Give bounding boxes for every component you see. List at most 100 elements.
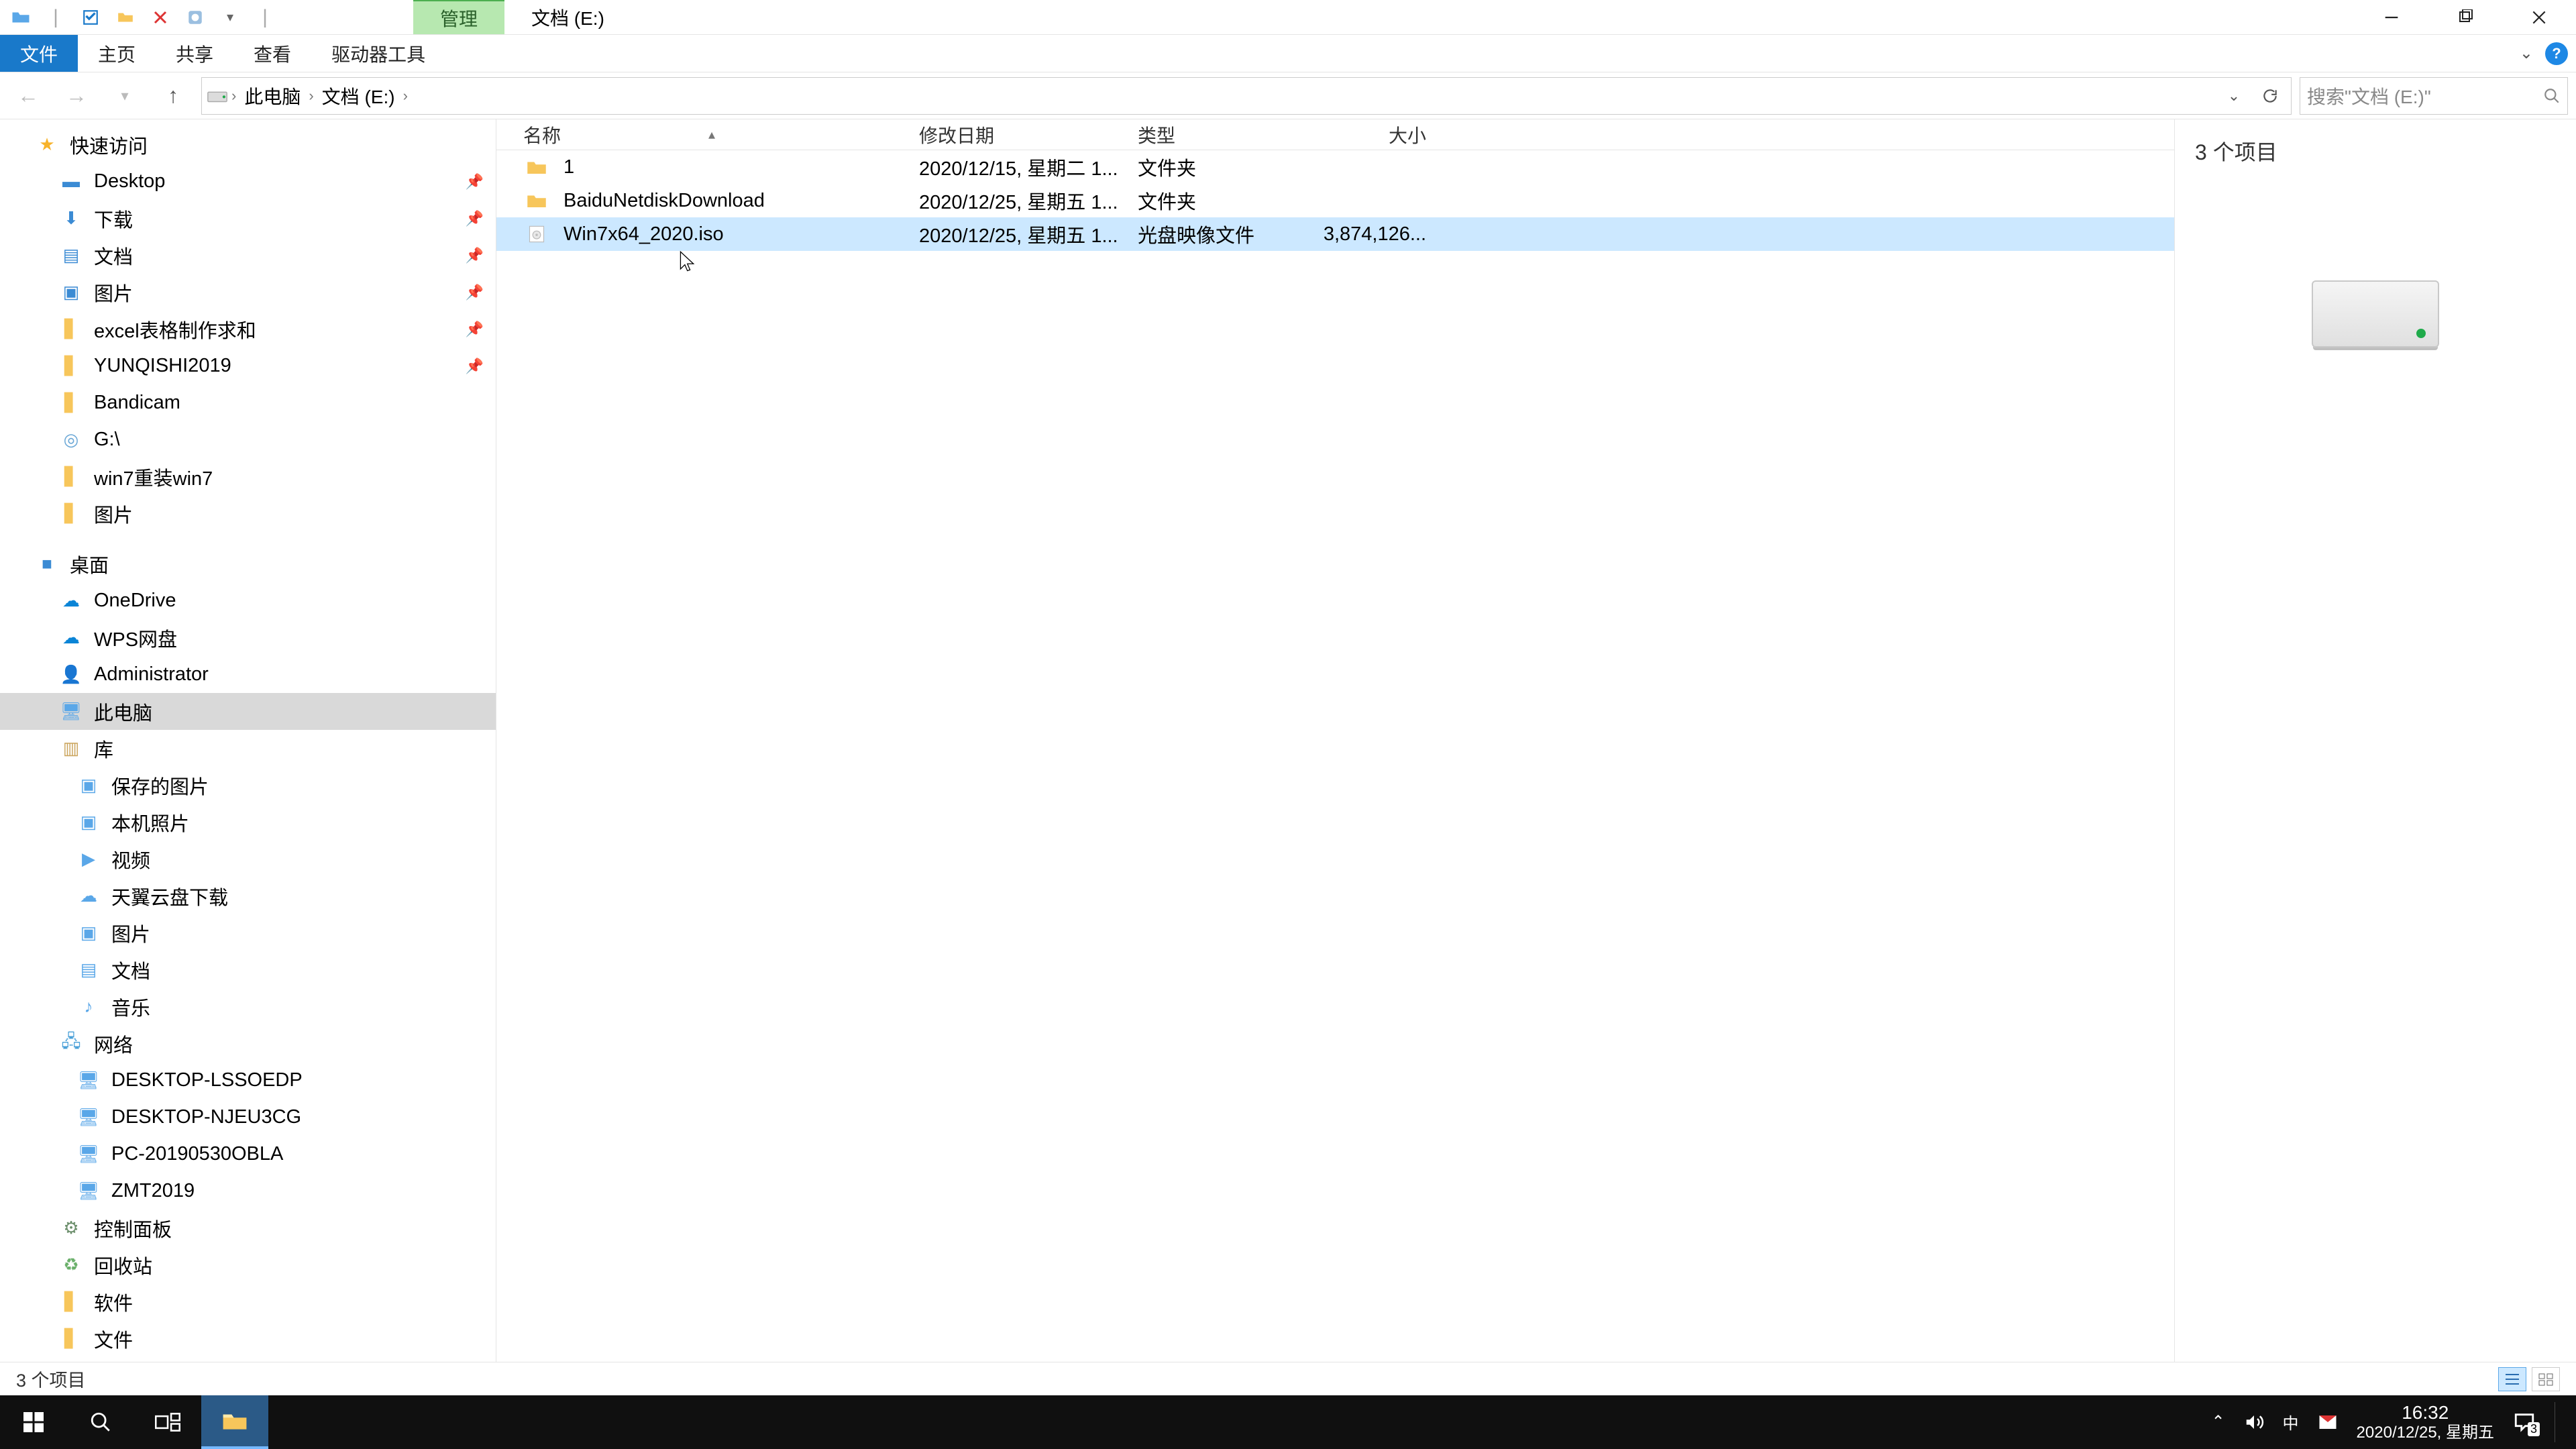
tree-music[interactable]: ♪ 音乐 xyxy=(0,988,496,1025)
tree-wps[interactable]: ☁ WPS网盘 xyxy=(0,619,496,656)
tree-yunqishi[interactable]: ▋ YUNQISHI2019 📌 xyxy=(0,347,496,384)
tree-files-folder[interactable]: ▋ 文件 xyxy=(0,1320,496,1357)
file-row[interactable]: Win7x64_2020.iso2020/12/25, 星期五 1...光盘映像… xyxy=(496,217,2174,251)
nav-forward-button[interactable]: → xyxy=(56,76,97,116)
breadcrumb-location[interactable]: 文档 (E:) xyxy=(317,83,400,109)
tree-label: 音乐 xyxy=(111,993,150,1021)
taskbar-clock[interactable]: 16:32 2020/12/25, 星期五 xyxy=(2357,1401,2494,1443)
search-icon[interactable] xyxy=(2543,87,2561,105)
tree-tianyi[interactable]: ☁ 天翼云盘下载 xyxy=(0,877,496,914)
tree-label: 视频 xyxy=(111,845,150,873)
column-type[interactable]: 类型 xyxy=(1138,121,1319,148)
tree-network-pc[interactable]: 🖥 DESKTOP-NJEU3CG xyxy=(0,1099,496,1136)
folder-icon xyxy=(523,158,550,176)
manage-tab[interactable]: 管理 xyxy=(413,0,504,34)
crumb-sep-icon[interactable]: › xyxy=(309,87,313,105)
crumb-sep-icon[interactable]: › xyxy=(403,87,408,105)
breadcrumb-this-pc[interactable]: 此电脑 xyxy=(239,83,306,109)
address-dropdown-icon[interactable]: ⌄ xyxy=(2217,87,2251,105)
tree-label: PC-20190530OBLA xyxy=(111,1143,283,1165)
tree-recycle-bin[interactable]: ♻ 回收站 xyxy=(0,1246,496,1283)
taskbar-search-button[interactable] xyxy=(67,1395,134,1449)
crumb-sep-icon[interactable]: › xyxy=(231,87,236,105)
column-headers[interactable]: 名称 ▴ 修改日期 类型 大小 xyxy=(496,119,2174,150)
tree-bandicam[interactable]: ▋ Bandicam xyxy=(0,384,496,421)
address-bar[interactable]: › 此电脑 › 文档 (E:) › ⌄ xyxy=(201,77,2292,115)
tree-pictures[interactable]: ▣ 图片 📌 xyxy=(0,274,496,311)
qat-properties-icon[interactable] xyxy=(76,3,105,32)
documents-icon: ▤ xyxy=(75,959,102,980)
ribbon-tab-home[interactable]: 主页 xyxy=(78,35,156,72)
control-panel-icon: ⚙ xyxy=(58,1218,85,1238)
help-icon[interactable]: ? xyxy=(2545,42,2568,65)
tree-excel-reqs[interactable]: ▋ excel表格制作求和 📌 xyxy=(0,311,496,347)
tray-overflow-icon[interactable]: ⌃ xyxy=(2211,1412,2224,1432)
tree-documents[interactable]: ▤ 文档 📌 xyxy=(0,237,496,274)
tree-libraries[interactable]: ▥ 库 xyxy=(0,730,496,767)
tree-control-panel[interactable]: ⚙ 控制面板 xyxy=(0,1210,496,1246)
tree-g-drive[interactable]: ◎ G:\ xyxy=(0,421,496,458)
tree-label: 库 xyxy=(94,735,113,763)
tree-onedrive[interactable]: ☁ OneDrive xyxy=(0,582,496,619)
tree-documents-lib[interactable]: ▤ 文档 xyxy=(0,951,496,988)
tree-administrator[interactable]: 👤 Administrator xyxy=(0,656,496,693)
show-desktop-button[interactable] xyxy=(2555,1402,2563,1442)
app-icon xyxy=(7,3,35,32)
library-icon: ▥ xyxy=(58,738,85,759)
qat-delete-icon[interactable] xyxy=(146,3,174,32)
file-row[interactable]: 12020/12/15, 星期二 1...文件夹 xyxy=(496,150,2174,184)
tray-app-icon[interactable] xyxy=(2318,1412,2338,1432)
nav-back-button[interactable]: ← xyxy=(8,76,48,116)
ribbon-tab-drive-tools[interactable]: 驱动器工具 xyxy=(311,35,445,72)
tree-network-pc[interactable]: 🖥 ZMT2019 xyxy=(0,1173,496,1210)
start-button[interactable] xyxy=(0,1395,67,1449)
file-row[interactable]: BaiduNetdiskDownload2020/12/25, 星期五 1...… xyxy=(496,184,2174,217)
tree-quick-access[interactable]: ★ 快速访问 xyxy=(0,126,496,163)
tray-ime-indicator[interactable]: 中 xyxy=(2283,1410,2299,1434)
qat-new-folder-icon[interactable] xyxy=(111,3,140,32)
nav-history-dropdown[interactable]: ▾ xyxy=(105,76,145,116)
close-button[interactable] xyxy=(2502,0,2576,35)
tree-desktop[interactable]: ▬ Desktop 📌 xyxy=(0,163,496,200)
nav-up-button[interactable]: ↑ xyxy=(153,76,193,116)
navigation-tree[interactable]: ★ 快速访问 ▬ Desktop 📌 ⬇ 下载 📌 ▤ 文档 📌 ▣ 图片 xyxy=(0,119,496,1362)
refresh-icon[interactable] xyxy=(2253,87,2287,105)
taskbar[interactable]: ⌃ 中 16:32 2020/12/25, 星期五 3 xyxy=(0,1395,2576,1449)
ribbon-tab-view[interactable]: 查看 xyxy=(233,35,311,72)
ribbon-expand-icon[interactable]: ⌄ xyxy=(2520,44,2533,63)
minimize-button[interactable] xyxy=(2355,0,2428,35)
tree-network-pc[interactable]: 🖥 PC-20190530OBLA xyxy=(0,1136,496,1173)
column-size[interactable]: 大小 xyxy=(1319,121,1440,148)
taskbar-explorer-button[interactable] xyxy=(201,1395,268,1449)
search-input[interactable]: 搜索"文档 (E:)" xyxy=(2300,77,2568,115)
tree-network[interactable]: 🖧 网络 xyxy=(0,1025,496,1062)
ribbon-tab-file[interactable]: 文件 xyxy=(0,35,78,72)
view-details-button[interactable] xyxy=(2498,1367,2526,1391)
ribbon-tab-share[interactable]: 共享 xyxy=(156,35,233,72)
tree-desktop-root[interactable]: ■ 桌面 xyxy=(0,545,496,582)
task-view-button[interactable] xyxy=(134,1395,201,1449)
tree-pictures-lib[interactable]: ▣ 图片 xyxy=(0,914,496,951)
file-date: 2020/12/25, 星期五 1... xyxy=(919,186,1138,215)
clock-date: 2020/12/25, 星期五 xyxy=(2357,1424,2494,1443)
tree-saved-pictures[interactable]: ▣ 保存的图片 xyxy=(0,767,496,804)
tree-videos[interactable]: ▶ 视频 xyxy=(0,841,496,877)
maximize-button[interactable] xyxy=(2428,0,2502,35)
qat-rename-icon[interactable] xyxy=(181,3,209,32)
view-icons-button[interactable] xyxy=(2532,1367,2560,1391)
tree-software[interactable]: ▋ 软件 xyxy=(0,1283,496,1320)
tray-volume-icon[interactable] xyxy=(2244,1412,2264,1432)
tree-network-pc[interactable]: 🖥 DESKTOP-LSSOEDP xyxy=(0,1062,496,1099)
tree-camera-roll[interactable]: ▣ 本机照片 xyxy=(0,804,496,841)
action-center-button[interactable]: 3 xyxy=(2513,1411,2536,1434)
tree-win7-reinstall[interactable]: ▋ win7重装win7 xyxy=(0,458,496,495)
qat-dropdown-icon[interactable]: ▾ xyxy=(216,3,244,32)
tree-pictures2[interactable]: ▋ 图片 xyxy=(0,495,496,532)
tree-label: 保存的图片 xyxy=(111,771,209,800)
tree-downloads[interactable]: ⬇ 下载 📌 xyxy=(0,200,496,237)
tree-label: 图片 xyxy=(94,278,133,307)
tree-this-pc[interactable]: 🖥 此电脑 xyxy=(0,693,496,730)
system-tray[interactable]: ⌃ 中 16:32 2020/12/25, 星期五 3 xyxy=(2198,1401,2576,1443)
column-date[interactable]: 修改日期 xyxy=(919,121,1138,148)
column-name[interactable]: 名称 ▴ xyxy=(523,121,919,148)
